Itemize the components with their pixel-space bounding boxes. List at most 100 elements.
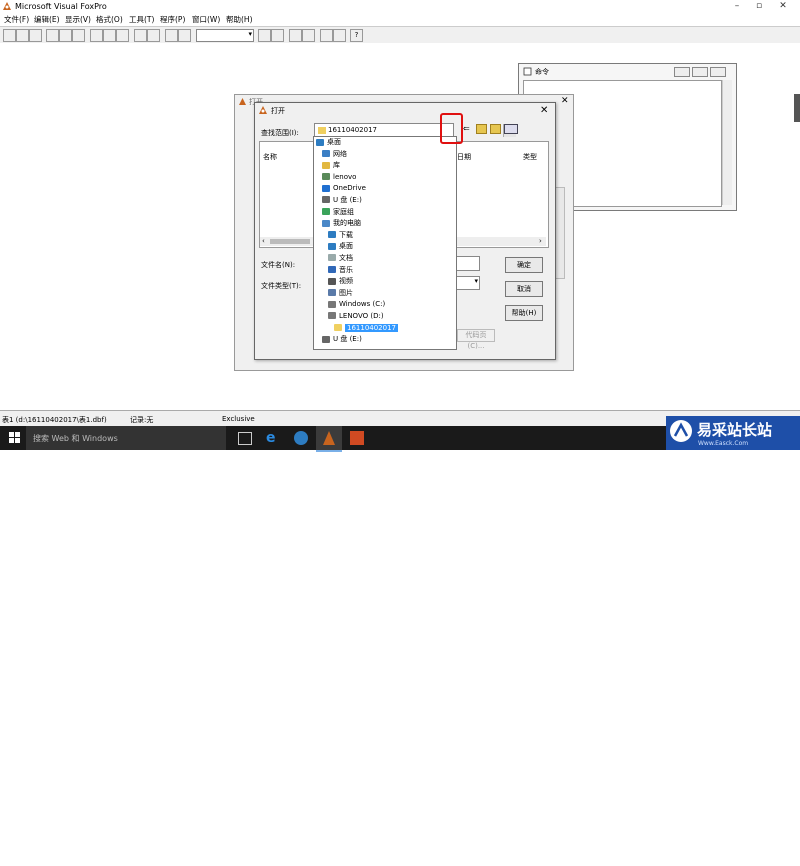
- run-icon[interactable]: [165, 29, 178, 42]
- cmd-scrollbar[interactable]: [722, 80, 732, 205]
- form-wizard-icon[interactable]: [289, 29, 302, 42]
- dropdown-item[interactable]: 我的电脑: [314, 218, 456, 230]
- filetype-select[interactable]: ▾: [456, 276, 480, 290]
- task-view-icon[interactable]: [238, 432, 252, 445]
- network-icon: [322, 150, 330, 158]
- command-window-icon[interactable]: [258, 29, 271, 42]
- command-window-title: 命令: [535, 68, 549, 76]
- ok-button[interactable]: 确定: [505, 257, 543, 273]
- help-button[interactable]: 帮助(H): [505, 305, 543, 321]
- bg-close-icon[interactable]: ✕: [561, 96, 569, 106]
- open-icon[interactable]: [16, 29, 29, 42]
- dropdown-item[interactable]: 音乐: [314, 265, 456, 277]
- cut-icon[interactable]: [90, 29, 103, 42]
- undo-icon[interactable]: [134, 29, 147, 42]
- scroll-left-icon[interactable]: ‹: [262, 237, 265, 245]
- dropdown-item[interactable]: 网络: [314, 149, 456, 161]
- menu-file[interactable]: 文件(F): [4, 14, 29, 25]
- paste-icon[interactable]: [116, 29, 129, 42]
- new-folder-icon[interactable]: [490, 124, 501, 134]
- menu-edit[interactable]: 编辑(E): [34, 14, 60, 25]
- close-button[interactable]: ✕: [772, 0, 794, 13]
- view-menu-icon[interactable]: [504, 124, 518, 134]
- autoform-icon[interactable]: [320, 29, 333, 42]
- dropdown-item[interactable]: LENOVO (D:): [314, 311, 456, 323]
- watermark-emblem-icon: [670, 420, 692, 442]
- side-tab[interactable]: [794, 94, 800, 122]
- dropdown-item[interactable]: 库: [314, 160, 456, 172]
- save-icon[interactable]: [29, 29, 42, 42]
- dropdown-item[interactable]: 16110402017: [314, 323, 456, 335]
- dropdown-item[interactable]: 视频: [314, 276, 456, 288]
- highlight-annotation: [440, 113, 463, 144]
- scroll-right-icon[interactable]: ›: [539, 237, 542, 245]
- menu-tools[interactable]: 工具(T): [129, 14, 154, 25]
- database-combo[interactable]: ▾: [196, 29, 254, 42]
- tray-up-arrow-icon[interactable]: ^: [624, 857, 631, 866]
- col-type[interactable]: 类型: [523, 152, 537, 162]
- menu-bar: 文件(F) 编辑(E) 显示(V) 格式(O) 工具(T) 程序(P) 窗口(W…: [0, 13, 800, 25]
- dropdown-item[interactable]: Windows (C:): [314, 299, 456, 311]
- dropdown-item-label: 库: [333, 161, 340, 170]
- code-page-button[interactable]: 代码页(C)...: [457, 329, 495, 350]
- menu-help[interactable]: 帮助(H): [226, 14, 253, 25]
- filetype-label: 文件类型(T):: [261, 282, 302, 290]
- dropdown-item[interactable]: 下载: [314, 230, 456, 242]
- dropdown-item-label: 桌面: [327, 138, 341, 146]
- report-wizard-icon[interactable]: [302, 29, 315, 42]
- redo-icon[interactable]: [147, 29, 160, 42]
- menu-format[interactable]: 格式(O): [96, 14, 123, 25]
- status-path: 表1 (d:\16110402017\表1.dbf): [2, 416, 107, 424]
- menu-program[interactable]: 程序(P): [160, 14, 185, 25]
- cmd-maximize-button[interactable]: [692, 67, 708, 77]
- autoreport-icon[interactable]: [333, 29, 346, 42]
- computer-icon: [322, 219, 330, 227]
- app-globe-icon[interactable]: [294, 431, 308, 445]
- filename-input[interactable]: [456, 256, 480, 271]
- powerpoint-icon[interactable]: [350, 431, 364, 445]
- edge-browser-icon[interactable]: e: [266, 430, 276, 446]
- cmd-minimize-button[interactable]: [674, 67, 690, 77]
- dropdown-item[interactable]: U 盘 (E:): [314, 195, 456, 207]
- dropdown-item-label: 下载: [339, 230, 353, 239]
- help-icon[interactable]: ?: [350, 29, 363, 42]
- restore-button[interactable]: ▫: [748, 0, 770, 13]
- dropdown-item[interactable]: 文档: [314, 253, 456, 265]
- copy-icon[interactable]: [103, 29, 116, 42]
- print-icon[interactable]: [46, 29, 59, 42]
- scroll-thumb[interactable]: [270, 239, 310, 244]
- dropdown-item[interactable]: U 盘 (E:): [314, 334, 456, 346]
- col-name[interactable]: 名称: [263, 152, 277, 162]
- modify-icon[interactable]: [178, 29, 191, 42]
- dropdown-item[interactable]: lenovo: [314, 172, 456, 184]
- dropdown-item[interactable]: 桌面: [314, 241, 456, 253]
- col-date[interactable]: 日期: [457, 152, 471, 162]
- menu-window[interactable]: 窗口(W): [192, 14, 220, 25]
- new-icon[interactable]: [3, 29, 16, 42]
- data-session-icon[interactable]: [271, 29, 284, 42]
- cancel-button[interactable]: 取消: [505, 281, 543, 297]
- dropdown-item[interactable]: 图片: [314, 288, 456, 300]
- dropdown-item[interactable]: 桌面: [314, 137, 456, 149]
- desktop-icon: [328, 242, 336, 250]
- minimize-button[interactable]: –: [726, 0, 748, 13]
- windows-start-icon[interactable]: [9, 432, 20, 443]
- preview-icon[interactable]: [59, 29, 72, 42]
- back-icon[interactable]: ⇐: [463, 124, 470, 133]
- drive-icon: [328, 300, 336, 308]
- dropdown-item[interactable]: 家庭组: [314, 207, 456, 219]
- taskbar-foxpro[interactable]: [316, 426, 342, 452]
- app-title: Microsoft Visual FoxPro: [15, 2, 107, 11]
- spellcheck-icon[interactable]: [72, 29, 85, 42]
- fox-icon: [238, 97, 247, 108]
- volume-icon[interactable]: ◁: [636, 857, 642, 866]
- menu-view[interactable]: 显示(V): [65, 14, 91, 25]
- up-folder-icon[interactable]: [476, 124, 487, 134]
- dropdown-item-label: 16110402017: [345, 323, 398, 332]
- network-tray-icon[interactable]: ◈: [650, 857, 656, 866]
- taskbar-search[interactable]: 搜索 Web 和 Windows: [26, 426, 226, 450]
- dialog-close-icon[interactable]: ✕: [540, 105, 548, 116]
- dropdown-item[interactable]: OneDrive: [314, 183, 456, 195]
- search-placeholder: 搜索 Web 和 Windows: [33, 434, 118, 443]
- cmd-close-button[interactable]: [710, 67, 726, 77]
